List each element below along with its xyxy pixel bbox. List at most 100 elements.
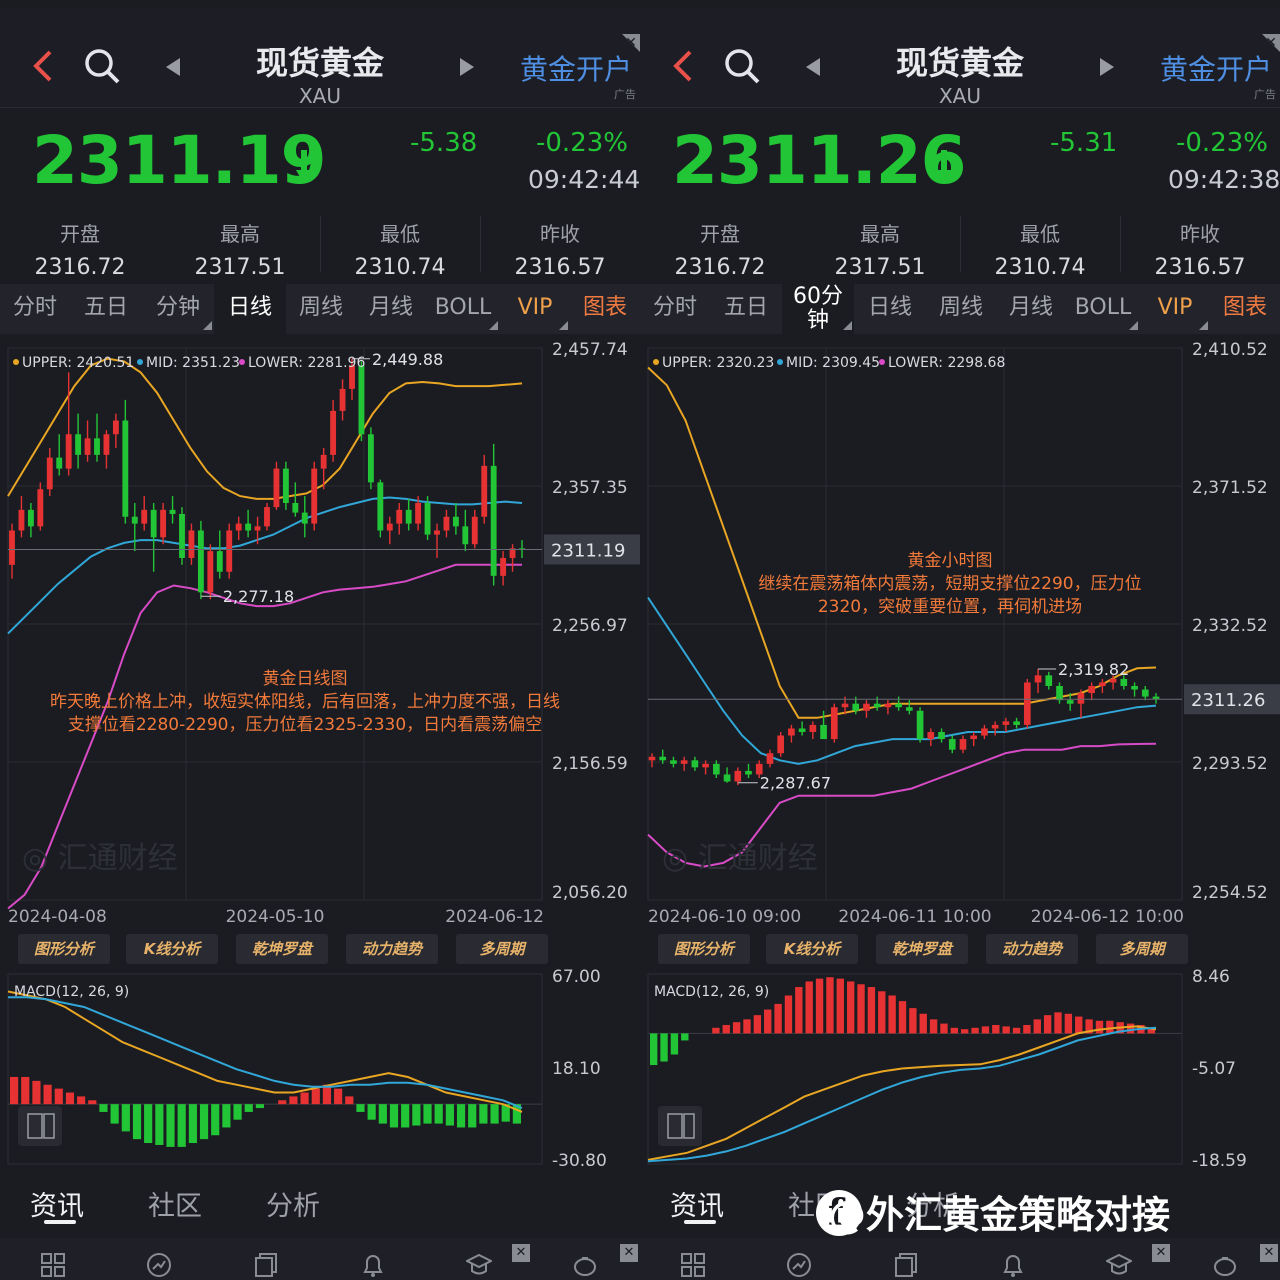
tab-boll[interactable]: BOLL	[1066, 284, 1140, 334]
kline-analysis-button[interactable]: K线分析	[126, 934, 218, 964]
close-icon[interactable]: ✕	[1152, 1244, 1170, 1262]
kline-analysis-button[interactable]: K线分析	[766, 934, 858, 964]
histogram-bar	[43, 1084, 52, 1105]
tab-daily[interactable]: 日线	[854, 284, 926, 334]
compass-button[interactable]: 乾坤罗盘	[876, 934, 968, 964]
multi-period-button[interactable]: 多周期	[456, 934, 548, 964]
previous-symbol-icon[interactable]	[806, 58, 820, 76]
tab-monthly[interactable]: 月线	[996, 284, 1066, 334]
active-tab-indicator	[684, 1220, 716, 1224]
hourly-kline-chart[interactable]: 2,410.52 2,371.52 2,332.52 2,293.52 2,254.52…	[640, 340, 1280, 930]
multi-period-button[interactable]: 多周期	[1096, 934, 1188, 964]
x-tick-label: 2024-04-08	[8, 907, 107, 927]
tab-60-minute[interactable]: 60分 钟	[782, 284, 854, 334]
pattern-analysis-button[interactable]: 图形分析	[658, 934, 750, 964]
tab-intraday[interactable]: 分时	[0, 284, 70, 334]
histogram-bar	[992, 1024, 1000, 1034]
candle-body	[1141, 689, 1149, 697]
candle-body	[443, 516, 450, 531]
next-symbol-icon[interactable]	[460, 58, 474, 76]
candle-body	[339, 388, 346, 411]
candle-body	[84, 438, 91, 455]
next-symbol-icon[interactable]	[1100, 58, 1114, 76]
compass-icon[interactable]	[146, 1252, 172, 1278]
tab-weekly[interactable]: 周线	[926, 284, 996, 334]
tab-chart-tools[interactable]: 图表	[570, 284, 640, 334]
candle-body	[434, 530, 440, 535]
y-tick-label: -5.07	[1192, 1059, 1236, 1079]
candle-body	[959, 739, 967, 750]
grid-icon[interactable]	[680, 1252, 706, 1278]
candle-body	[970, 735, 978, 740]
close-icon[interactable]: ✕	[1260, 1244, 1278, 1262]
macd-chart[interactable]: 67.00 18.10 -30.80 MACD(12, 26, 9)	[0, 968, 640, 1178]
annotation-line: 支撑位看2280-2290，压力位看2325-2330，日内看震荡偏空	[67, 715, 543, 735]
candle-body	[991, 724, 999, 729]
tab-chart-tools[interactable]: 图表	[1210, 284, 1280, 334]
previous-symbol-icon[interactable]	[166, 58, 180, 76]
piggy-bank-icon[interactable]	[1212, 1252, 1238, 1278]
tab-minute[interactable]: 分钟	[142, 284, 214, 334]
tab-label: 分钟	[155, 295, 200, 320]
pattern-analysis-button[interactable]: 图形分析	[18, 934, 110, 964]
stat-high: 最高 2317.51	[800, 208, 960, 280]
open-account-link[interactable]: 黄金开户	[1160, 48, 1272, 88]
tab-intraday[interactable]: 分时	[640, 284, 710, 334]
tab-five-day[interactable]: 五日	[710, 284, 782, 334]
close-icon[interactable]: ✕	[620, 1244, 638, 1262]
compass-button[interactable]: 乾坤罗盘	[236, 934, 328, 964]
mortarboard-icon[interactable]	[466, 1252, 492, 1278]
close-icon[interactable]: ✕	[512, 1244, 530, 1262]
candle-body	[112, 420, 119, 435]
tab-vip[interactable]: VIP	[500, 284, 570, 334]
tab-vip[interactable]: VIP	[1140, 284, 1210, 334]
histogram-bar	[784, 995, 793, 1034]
open-account-link[interactable]: 黄金开户	[520, 48, 632, 88]
histogram-bar	[233, 1104, 242, 1120]
search-icon[interactable]	[722, 46, 762, 86]
compass-icon[interactable]	[786, 1252, 812, 1278]
candle-body	[798, 728, 806, 732]
histogram-bar	[222, 1104, 231, 1128]
symbol-code: XAU	[938, 84, 982, 108]
back-icon[interactable]	[668, 46, 698, 86]
nav-news[interactable]: 资讯	[30, 1184, 84, 1223]
tab-boll[interactable]: BOLL	[426, 284, 500, 334]
nav-community[interactable]: 社区	[148, 1184, 202, 1223]
tab-daily[interactable]: 日线	[214, 284, 286, 334]
ad-tag: 广告	[614, 88, 636, 101]
search-icon[interactable]	[82, 46, 122, 86]
tab-five-day[interactable]: 五日	[70, 284, 142, 334]
news-icon[interactable]	[892, 1252, 918, 1278]
stat-label: 最高	[860, 222, 900, 246]
piggy-bank-icon[interactable]	[572, 1252, 598, 1278]
candle-body	[386, 523, 393, 531]
news-icon[interactable]	[252, 1252, 278, 1278]
back-icon[interactable]	[28, 46, 58, 86]
nav-analysis[interactable]: 分析	[266, 1184, 320, 1223]
bottom-tabs: 资讯 社区 分析	[0, 1178, 640, 1238]
bell-icon[interactable]	[360, 1252, 386, 1278]
histogram-bar	[21, 1076, 30, 1105]
histogram-bar	[670, 1033, 679, 1055]
mortarboard-icon[interactable]	[1106, 1252, 1132, 1278]
momentum-trend-button[interactable]: 动力趋势	[986, 934, 1078, 964]
candle-body	[895, 703, 902, 708]
momentum-trend-button[interactable]: 动力趋势	[346, 934, 438, 964]
candle-body	[197, 530, 204, 593]
candle-body	[670, 760, 677, 764]
current-price-label: 2311.26	[1191, 690, 1265, 711]
grid-icon[interactable]	[40, 1252, 66, 1278]
tab-weekly[interactable]: 周线	[286, 284, 356, 334]
candle-body	[659, 756, 667, 761]
bell-icon[interactable]	[1000, 1252, 1026, 1278]
candle-body	[500, 557, 507, 576]
tab-monthly[interactable]: 月线	[356, 284, 426, 334]
nav-news[interactable]: 资讯	[670, 1184, 724, 1223]
histogram-bar	[660, 1033, 668, 1062]
price-change: -5.31	[1050, 128, 1118, 158]
daily-kline-chart[interactable]: 2,457.74 2,357.35 2,256.97 2,156.59 2,056.20…	[0, 340, 640, 930]
macd-chart[interactable]: 8.46 -5.07 -18.59 MACD(12, 26, 9)	[640, 968, 1280, 1178]
histogram-bar	[367, 1104, 376, 1120]
candle-body	[820, 724, 827, 740]
